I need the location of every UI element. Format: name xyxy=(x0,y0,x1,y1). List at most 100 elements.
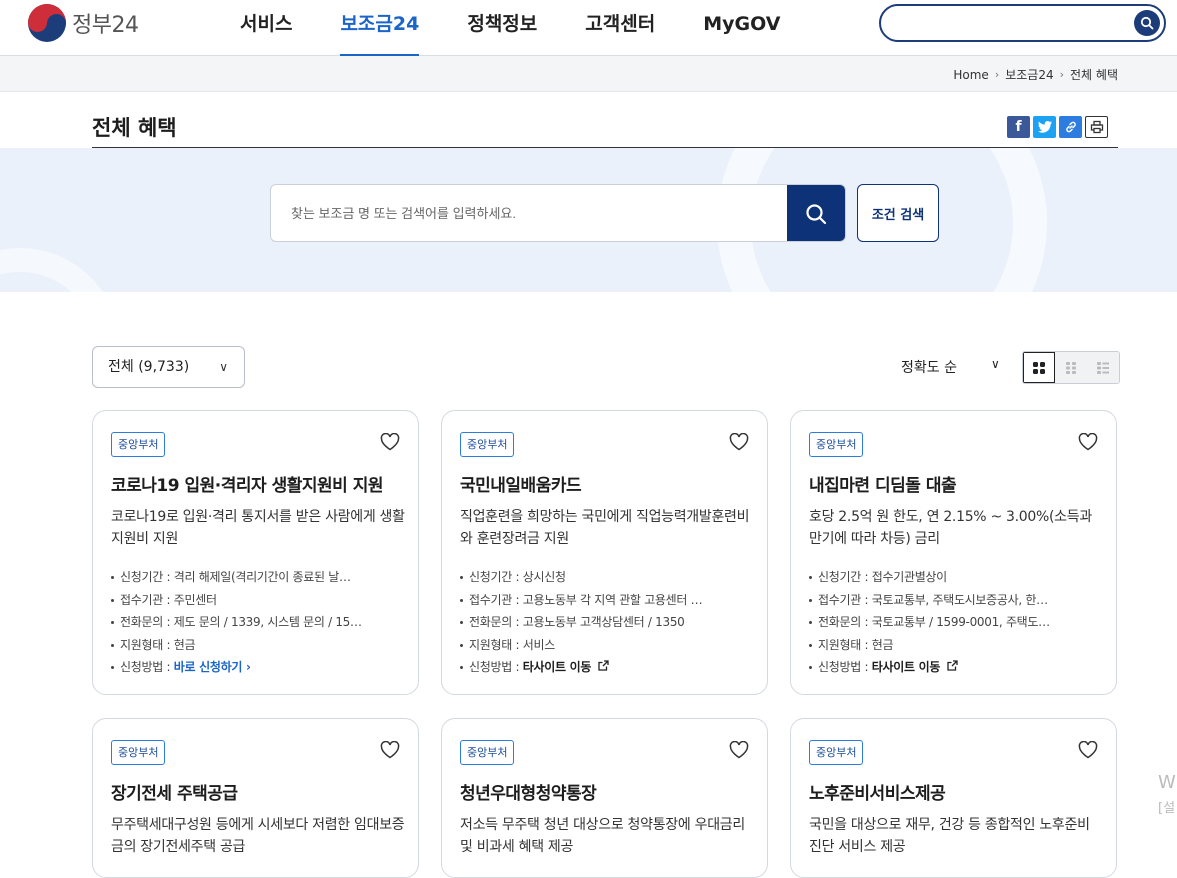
card-description: 호당 2.5억 원 한도, 연 2.15% ~ 3.00%(소득과 만기에 따라… xyxy=(809,509,1092,547)
site-header: 정부24 서비스 보조금24 정책정보 고객센터 MyGOV xyxy=(0,0,1177,57)
card-phone: 전화문의 : 제도 문의 / 1339, 시스템 문의 / 15… xyxy=(111,611,406,634)
external-site-link[interactable]: 타사이트 이동 xyxy=(872,660,958,674)
benefit-card[interactable]: 중앙부처 장기전세 주택공급 무주택세대구성원 등에게 시세보다 저렴한 임대보… xyxy=(92,718,419,878)
heart-icon xyxy=(729,432,749,451)
card-title[interactable]: 청년우대형청약통장 xyxy=(460,779,597,804)
subsidy-search-button[interactable] xyxy=(787,185,845,241)
heart-icon xyxy=(380,740,400,759)
card-description: 코로나19로 입원·격리 통지서를 받은 사람에게 생활지원비 지원 xyxy=(111,509,405,547)
favorite-button[interactable] xyxy=(1078,432,1098,455)
card-support-type: 지원형태 : 서비스 xyxy=(460,634,755,657)
card-phone: 전화문의 : 고용노동부 고객상담센터 / 1350 xyxy=(460,611,755,634)
benefit-card[interactable]: 중앙부처 청년우대형청약통장 저소득 무주택 청년 대상으로 청약통장에 우대금… xyxy=(441,718,768,878)
breadcrumb-home[interactable]: Home xyxy=(953,68,988,82)
agency-type-badge: 중앙부처 xyxy=(111,740,166,765)
card-apply-method: 신청방법 : 타사이트 이동 xyxy=(460,656,755,679)
list-view-button[interactable] xyxy=(1087,352,1119,383)
benefit-card[interactable]: 중앙부처 국민내일배움카드 직업훈련을 희망하는 국민에게 직업능력개발훈련비와… xyxy=(441,410,768,695)
favorite-button[interactable] xyxy=(380,740,400,763)
card-description: 국민을 대상으로 재무, 건강 등 종합적인 노후준비 진단 서비스 제공 xyxy=(809,817,1090,855)
compact-view-button[interactable] xyxy=(1055,352,1087,383)
facebook-share-button[interactable]: f xyxy=(1007,116,1030,138)
nav-customer-center[interactable]: 고객센터 xyxy=(561,0,679,56)
list-icon xyxy=(1097,361,1109,374)
chevron-down-icon: ∨ xyxy=(219,360,228,374)
external-site-link[interactable]: 타사이트 이동 xyxy=(523,660,609,674)
breadcrumb: Home › 보조금24 › 전체 혜택 xyxy=(953,66,1118,83)
card-period: 신청기간 : 접수기관별상이 xyxy=(809,566,1104,589)
share-buttons: f xyxy=(1007,116,1108,138)
breadcrumb-bar: Home › 보조금24 › 전체 혜택 xyxy=(0,56,1177,92)
card-title[interactable]: 노후준비서비스제공 xyxy=(809,779,946,804)
card-title[interactable]: 내집마련 디딤돌 대출 xyxy=(809,471,957,496)
subsidy-search-input[interactable] xyxy=(291,185,781,241)
card-agency: 접수기관 : 주민센터 xyxy=(111,589,406,612)
card-apply-method: 신청방법 : 바로 신청하기 › xyxy=(111,656,406,679)
nav-mygov[interactable]: MyGOV xyxy=(679,0,804,56)
facebook-icon: f xyxy=(1015,119,1022,135)
dense-grid-icon xyxy=(1066,361,1076,374)
favorite-button[interactable] xyxy=(729,740,749,763)
condition-search-button[interactable]: 조건 검색 xyxy=(857,184,939,242)
nav-service[interactable]: 서비스 xyxy=(216,0,316,56)
favorite-button[interactable] xyxy=(380,432,400,455)
breadcrumb-subsidy24[interactable]: 보조금24 xyxy=(1005,66,1053,83)
agency-type-badge: 중앙부처 xyxy=(809,740,864,765)
card-description: 저소득 무주택 청년 대상으로 청약통장에 우대금리 및 비과세 혜택 제공 xyxy=(460,817,745,855)
main-nav: 서비스 보조금24 정책정보 고객센터 MyGOV xyxy=(216,0,804,57)
grid-icon xyxy=(1033,361,1045,374)
chevron-right-icon: › xyxy=(245,660,251,674)
card-support-type: 지원형태 : 현금 xyxy=(111,634,406,657)
apply-method-label: 신청방법 : xyxy=(120,660,174,674)
card-info-list: 신청기간 : 격리 해제일(격리기간이 종료된 날… 접수기관 : 주민센터 전… xyxy=(111,566,406,679)
copy-link-button[interactable] xyxy=(1059,116,1082,138)
twitter-share-button[interactable] xyxy=(1033,116,1056,138)
benefit-card[interactable]: 중앙부처 코로나19 입원·격리자 생활지원비 지원 코로나19로 입원·격리 … xyxy=(92,410,419,695)
benefit-card[interactable]: 중앙부처 내집마련 디딤돌 대출 호당 2.5억 원 한도, 연 2.15% ~… xyxy=(790,410,1117,695)
nav-policy-info[interactable]: 정책정보 xyxy=(443,0,561,56)
sort-select[interactable]: 정확도 순 ∨ xyxy=(901,357,1000,377)
header-search-button[interactable] xyxy=(1134,10,1160,36)
heart-icon xyxy=(1078,432,1098,451)
category-filter-select[interactable]: 전체 (9,733) ∨ xyxy=(92,346,245,388)
chevron-down-icon: ∨ xyxy=(990,357,1000,371)
header-search-input[interactable] xyxy=(895,6,1135,40)
category-filter-label: 전체 (9,733) xyxy=(108,359,190,375)
external-link-icon xyxy=(947,660,958,671)
page-title: 전체 혜택 xyxy=(92,116,177,140)
chevron-right-icon: › xyxy=(1059,68,1065,81)
card-agency: 접수기관 : 고용노동부 각 지역 관할 고용센터 … xyxy=(460,589,755,612)
favorite-button[interactable] xyxy=(729,432,749,455)
heart-icon xyxy=(380,432,400,451)
os-watermark-line2: [설 xyxy=(1158,801,1176,816)
sort-label: 정확도 순 xyxy=(901,360,957,376)
card-period: 신청기간 : 상시신청 xyxy=(460,566,755,589)
os-watermark-line1: W xyxy=(1158,772,1176,793)
card-title[interactable]: 국민내일배움카드 xyxy=(460,471,582,496)
link-icon xyxy=(1065,121,1076,133)
agency-type-badge: 중앙부처 xyxy=(111,432,166,457)
header-search xyxy=(879,4,1166,42)
favorite-button[interactable] xyxy=(1078,740,1098,763)
breadcrumb-current: 전체 혜택 xyxy=(1070,68,1118,82)
apply-method-label: 신청방법 : xyxy=(818,660,872,674)
card-info-list: 신청기간 : 접수기관별상이 접수기관 : 국토교통부, 주택도시보증공사, 한… xyxy=(809,566,1104,679)
apply-now-link[interactable]: 바로 신청하기 › xyxy=(174,660,251,674)
decorative-circle xyxy=(0,248,120,292)
card-period: 신청기간 : 격리 해제일(격리기간이 종료된 날… xyxy=(111,566,406,589)
print-button[interactable] xyxy=(1085,116,1108,138)
agency-type-badge: 중앙부처 xyxy=(460,432,515,457)
card-support-type: 지원형태 : 현금 xyxy=(809,634,1104,657)
benefit-card[interactable]: 중앙부처 노후준비서비스제공 국민을 대상으로 재무, 건강 등 종합적인 노후… xyxy=(790,718,1117,878)
site-logo[interactable]: 정부24 xyxy=(28,4,139,42)
card-phone: 전화문의 : 국토교통부 / 1599-0001, 주택도… xyxy=(809,611,1104,634)
nav-subsidy24[interactable]: 보조금24 xyxy=(316,0,443,57)
apply-method-label: 신청방법 : xyxy=(469,660,523,674)
card-title[interactable]: 코로나19 입원·격리자 생활지원비 지원 xyxy=(111,471,383,496)
grid-view-button[interactable] xyxy=(1023,352,1055,383)
card-title[interactable]: 장기전세 주택공급 xyxy=(111,779,238,804)
search-icon xyxy=(806,204,827,225)
external-link-icon xyxy=(598,660,609,671)
agency-type-badge: 중앙부처 xyxy=(460,740,515,765)
card-info-list: 신청기간 : 상시신청 접수기관 : 고용노동부 각 지역 관할 고용센터 … … xyxy=(460,566,755,679)
